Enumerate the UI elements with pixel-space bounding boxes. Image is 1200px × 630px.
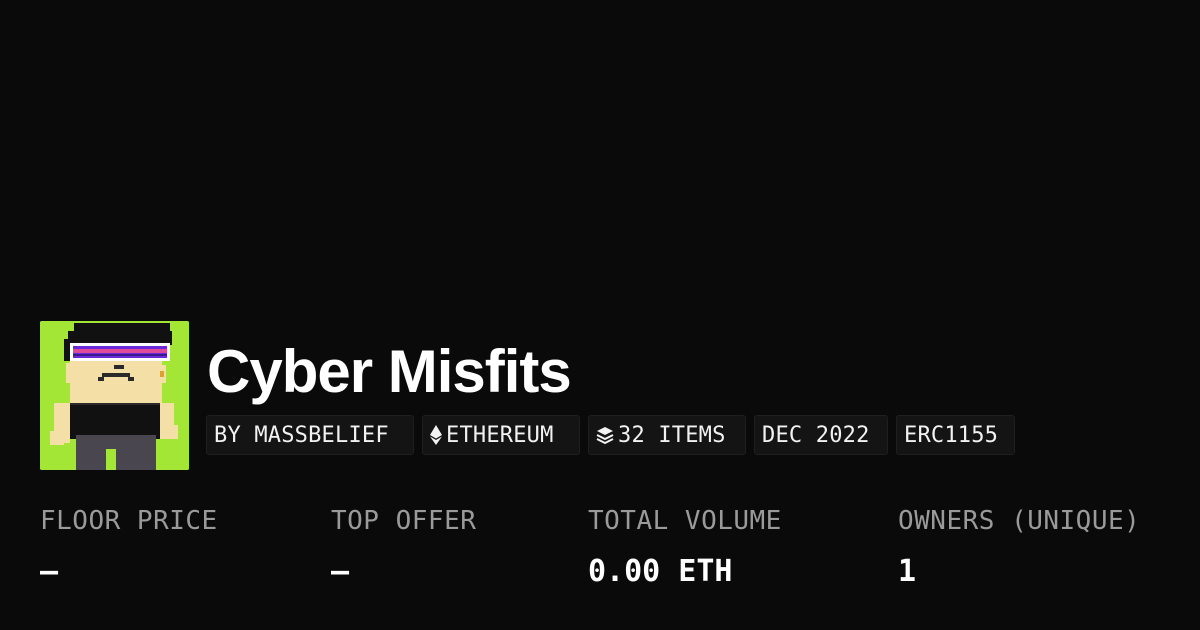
owners-label: OWNERS (UNIQUE): [898, 506, 1141, 536]
stat-owners: OWNERS (UNIQUE) 1: [898, 505, 1140, 589]
chain-chip[interactable]: ETHEREUM: [422, 415, 580, 455]
date-chip: DEC 2022: [754, 415, 888, 455]
standard-label: ERC1155: [904, 422, 999, 448]
total-volume-value: 0.00 ETH: [588, 554, 733, 589]
pixel-character-image: [40, 321, 189, 470]
stat-floor-price: FLOOR PRICE –: [40, 505, 218, 589]
top-offer-label: TOP OFFER: [331, 506, 477, 536]
collection-avatar: [40, 321, 189, 470]
date-label: DEC 2022: [762, 422, 870, 448]
creator-chip[interactable]: BY MASSBELIEF: [206, 415, 414, 455]
creator-label: BY MASSBELIEF: [214, 422, 389, 448]
chain-label: ETHEREUM: [446, 422, 554, 448]
owners-value: 1: [898, 554, 917, 589]
items-label: 32 ITEMS: [618, 422, 726, 448]
layers-icon: [596, 426, 614, 444]
standard-chip: ERC1155: [896, 415, 1015, 455]
stat-top-offer: TOP OFFER –: [331, 505, 476, 589]
collection-title: Cyber Misfits: [207, 338, 572, 405]
stat-total-volume: TOTAL VOLUME 0.00 ETH: [588, 505, 782, 589]
floor-price-value: –: [40, 554, 59, 589]
top-offer-value: –: [331, 554, 350, 589]
floor-price-label: FLOOR PRICE: [40, 506, 218, 536]
total-volume-label: TOTAL VOLUME: [588, 506, 782, 536]
ethereum-icon: [430, 425, 442, 445]
items-chip[interactable]: 32 ITEMS: [588, 415, 746, 455]
